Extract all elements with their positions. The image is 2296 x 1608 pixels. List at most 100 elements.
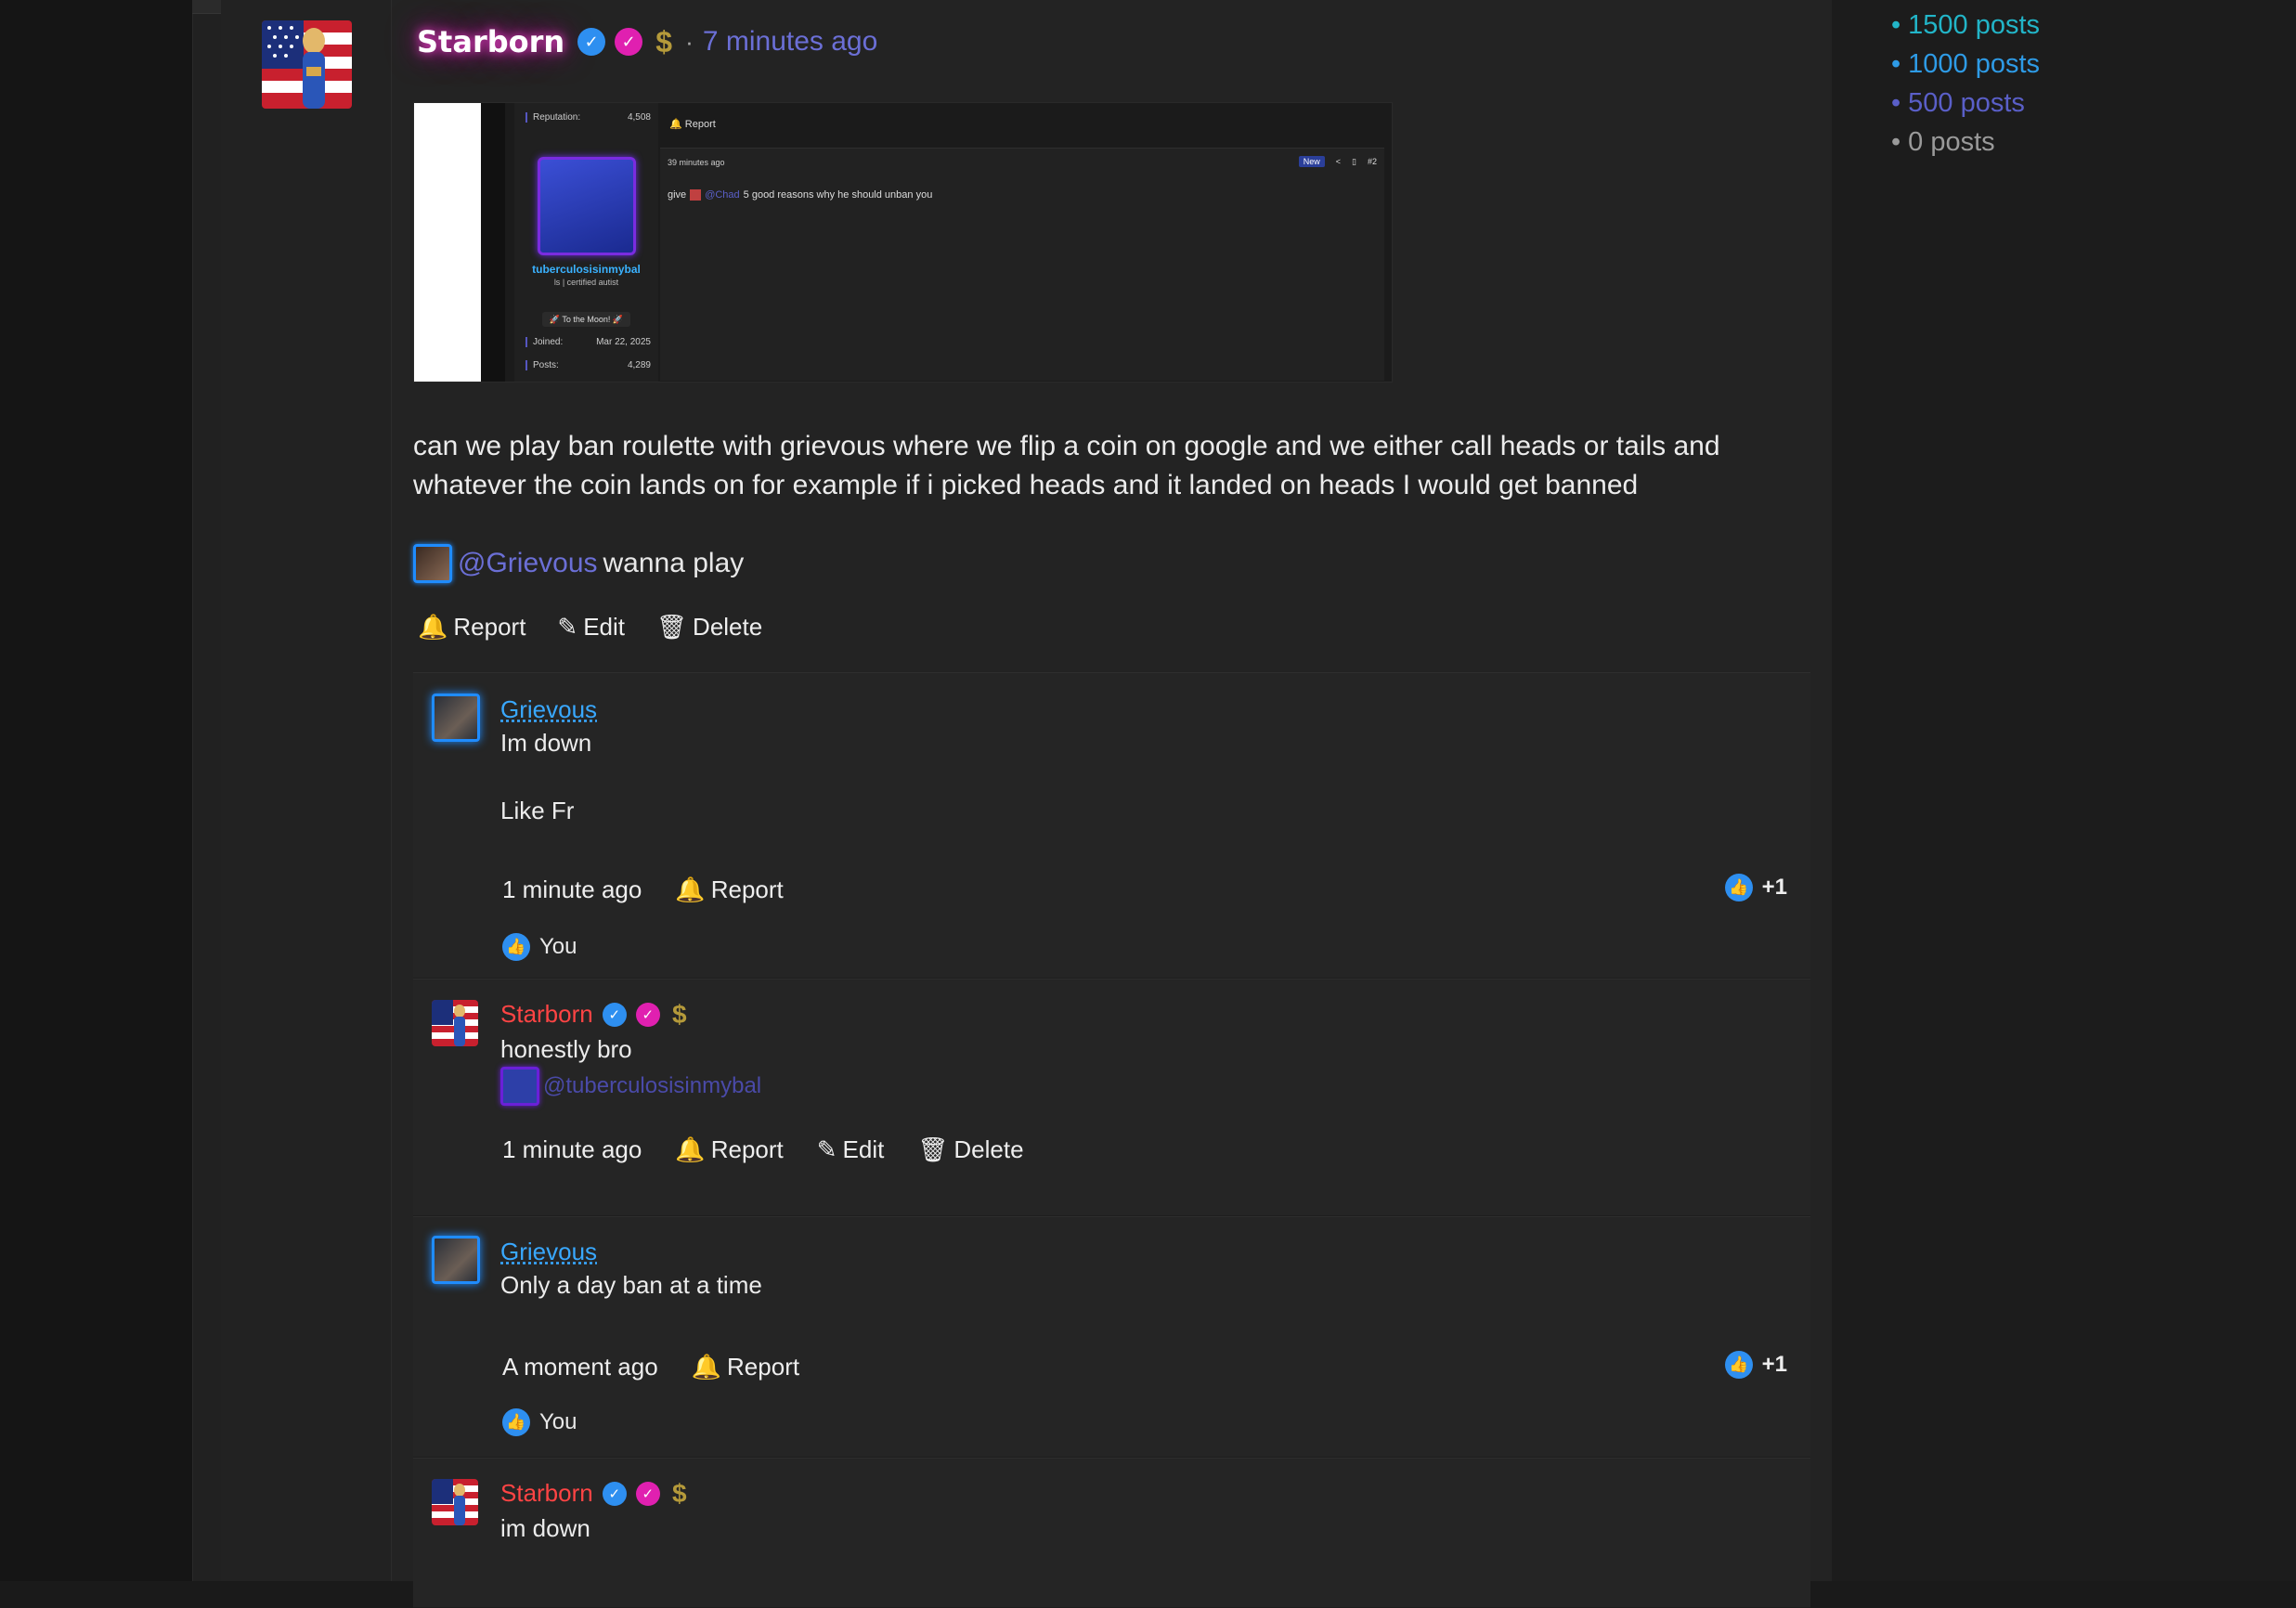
grievous-mini-avatar <box>413 544 452 583</box>
embedded-report: 🔔 Report <box>669 119 716 130</box>
post-header: Starborn ✓ ✓ $ · 7 minutes ago <box>413 19 877 65</box>
reply-author-name[interactable]: Grievous <box>500 1238 597 1266</box>
embedded-chad-avatar <box>690 189 702 201</box>
dollar-badge-icon: $ <box>671 1478 687 1508</box>
reply-meta: 1 minute ago 🔔 Report ✎ Edit 🗑 Delete <box>502 1135 1024 1164</box>
reply-report-button[interactable]: 🔔 Report <box>675 1135 783 1164</box>
tuberculosis-mini-avatar <box>500 1067 539 1106</box>
embedded-reputation-row: Reputation: 4,508 <box>525 112 651 123</box>
reply-author-row: Grievous <box>500 695 597 724</box>
post-actions: 🔔 Report ✎ Edit 🗑 Delete <box>418 613 762 642</box>
embedded-username: tuberculosisinmybal <box>532 263 641 276</box>
liked-by[interactable]: 👍 You <box>502 1408 577 1436</box>
dollar-badge-icon: $ <box>655 24 673 58</box>
premium-badge-icon: ✓ <box>635 1002 660 1027</box>
grievous-avatar[interactable] <box>432 1236 480 1284</box>
pencil-icon: ✎ <box>557 613 578 641</box>
tier-item: • 500 posts <box>1891 88 2025 118</box>
reply-item: Grievous Im down Like Fr 1 minute ago 🔔 R… <box>413 672 1810 979</box>
embedded-avatar <box>538 157 636 255</box>
tier-item: • 0 posts <box>1891 127 1995 157</box>
reply-author-name[interactable]: Grievous <box>500 695 597 724</box>
edit-button[interactable]: ✎ Edit <box>557 613 625 642</box>
embedded-post-text: give @Chad 5 good reasons why he should … <box>668 189 933 201</box>
tier-item: • 1000 posts <box>1891 49 2041 79</box>
like-counter[interactable]: 👍 +1 <box>1724 1351 1787 1379</box>
reply-author-name[interactable]: Starborn <box>500 1479 593 1508</box>
reply-report-button[interactable]: 🔔 Report <box>692 1353 799 1381</box>
dollar-badge-icon: $ <box>671 999 687 1029</box>
reply-author-row: Starborn ✓ ✓ $ <box>500 1479 690 1508</box>
verified-badge-icon: ✓ <box>602 1481 627 1506</box>
embedded-new-badge: New <box>1298 156 1325 167</box>
reply-text-line: Like Fr <box>500 797 575 824</box>
share-icon: < <box>1335 157 1342 166</box>
pencil-icon: ✎ <box>816 1135 837 1163</box>
reply-delete-button[interactable]: 🗑 Delete <box>917 1135 1023 1164</box>
report-button[interactable]: 🔔 Report <box>418 613 525 642</box>
reply-author-name[interactable]: Starborn <box>500 1000 593 1029</box>
reply-text: Only a day ban at a time <box>500 1271 762 1299</box>
thumbs-up-icon: 👍 <box>502 1408 530 1436</box>
thumbs-up-icon: 👍 <box>502 933 530 961</box>
verified-badge-icon: ✓ <box>577 28 606 56</box>
post-body: can we play ban roulette with grievous w… <box>413 431 1720 500</box>
reply-timestamp[interactable]: 1 minute ago <box>502 1135 642 1164</box>
premium-badge-icon: ✓ <box>635 1481 660 1506</box>
replies-list: Grievous Im down Like Fr 1 minute ago 🔔 R… <box>413 672 1810 1608</box>
tier-item: • 1500 posts <box>1891 10 2041 40</box>
post-tier-list: • 1500 posts • 1000 posts • 500 posts • 0 po… <box>1891 6 2040 162</box>
reply-text: im down <box>500 1514 590 1542</box>
embedded-dark-strip <box>481 103 505 382</box>
thumbs-up-icon: 👍 <box>1724 874 1753 901</box>
mention-tail-text: wanna play <box>603 548 745 578</box>
reply-item: Grievous Only a day ban at a time A mome… <box>413 1216 1810 1458</box>
left-gutter <box>0 0 192 1581</box>
embedded-screenshot[interactable]: Reputation: 4,508 tuberculosisinmybal ls … <box>413 102 1393 383</box>
embedded-moon-badge: 🚀 To the Moon! 🚀 <box>542 312 630 327</box>
reply-item: Starborn ✓ ✓ $ im down <box>413 1458 1810 1608</box>
mention-line: @Grievous wanna play <box>413 544 744 583</box>
reply-mention[interactable]: @tuberculosisinmybal <box>500 1067 761 1106</box>
thumbs-up-icon: 👍 <box>1724 1351 1753 1379</box>
post-timestamp[interactable]: 7 minutes ago <box>703 26 877 58</box>
embedded-post: 39 minutes ago New < ▯ #2 give @Chad 5 g… <box>660 148 1384 381</box>
embedded-post-number: #2 <box>1367 157 1377 166</box>
starborn-avatar[interactable] <box>432 1479 478 1525</box>
bell-icon: 🔔 <box>418 613 448 641</box>
reply-edit-button[interactable]: ✎ Edit <box>817 1135 885 1164</box>
verified-badge-icon: ✓ <box>602 1002 627 1027</box>
embedded-white-strip <box>414 103 481 382</box>
embedded-post-tools: New < ▯ #2 <box>1298 156 1377 167</box>
reply-item: Starborn ✓ ✓ $ honestly bro @tuberculosi… <box>413 979 1810 1216</box>
embedded-post-time: 39 minutes ago <box>668 158 725 167</box>
reply-meta: 1 minute ago 🔔 Report <box>502 875 784 904</box>
delete-button[interactable]: 🗑 Delete <box>656 613 762 642</box>
reply-author-row: Grievous <box>500 1238 597 1266</box>
embedded-posts-row: Posts: 4,289 <box>525 360 651 370</box>
trash-icon: 🗑 <box>656 613 688 641</box>
reply-timestamp[interactable]: 1 minute ago <box>502 875 642 904</box>
reply-text: honestly bro <box>500 1035 632 1063</box>
grievous-avatar[interactable] <box>432 694 480 742</box>
author-name[interactable]: Starborn <box>413 24 568 59</box>
liked-by[interactable]: 👍 You <box>502 933 577 961</box>
bookmark-icon: ▯ <box>1352 156 1356 166</box>
bell-icon: 🔔 <box>675 875 706 903</box>
reply-author-row: Starborn ✓ ✓ $ <box>500 1000 690 1029</box>
embedded-subtitle: ls | certified autist <box>553 278 619 287</box>
reply-timestamp[interactable]: A moment ago <box>502 1353 658 1381</box>
reply-meta: A moment ago 🔔 Report <box>502 1353 799 1381</box>
trash-icon: 🗑 <box>917 1135 949 1163</box>
mention-grievous[interactable]: @Grievous <box>458 548 598 579</box>
author-avatar[interactable] <box>262 20 352 109</box>
like-counter[interactable]: 👍 +1 <box>1724 874 1787 901</box>
embedded-joined-row: Joined: Mar 22, 2025 <box>525 337 651 347</box>
poster-sidebar <box>221 0 392 1581</box>
separator-dot: · <box>685 27 694 56</box>
reply-report-button[interactable]: 🔔 Report <box>675 875 783 904</box>
embedded-profile-card: Reputation: 4,508 tuberculosisinmybal ls … <box>514 103 658 382</box>
starborn-avatar[interactable] <box>432 1000 478 1046</box>
reply-text-line: Im down <box>500 729 592 757</box>
right-sidebar <box>1832 0 2296 1581</box>
